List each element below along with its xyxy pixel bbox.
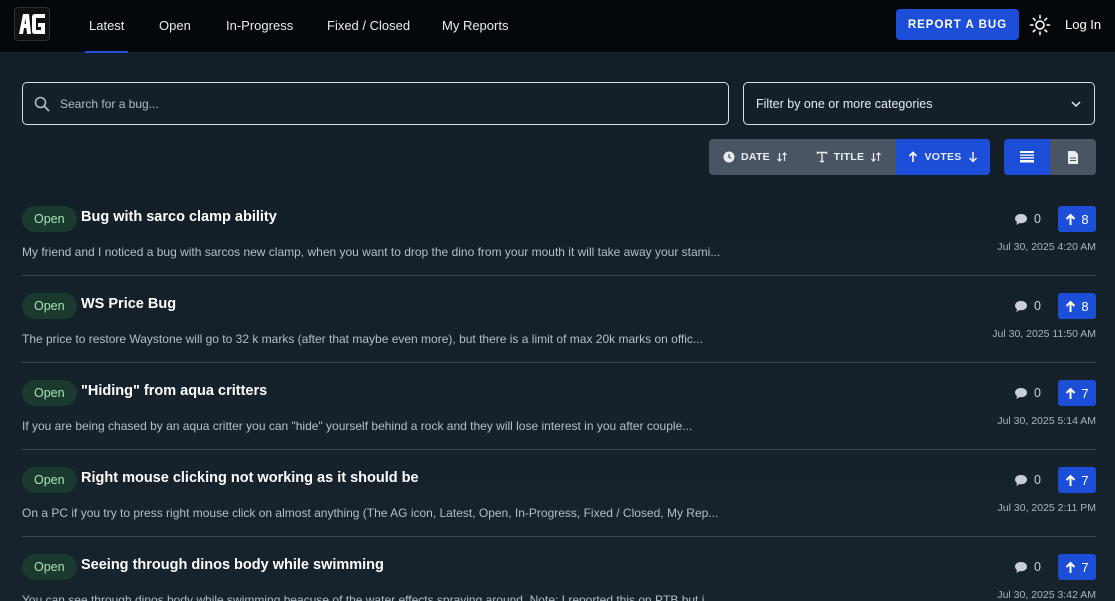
- report-bug-button[interactable]: REPORT A BUG: [896, 9, 1019, 40]
- bug-row[interactable]: Open Bug with sarco clamp ability My fri…: [22, 189, 1096, 276]
- bug-row[interactable]: Open Right mouse clicking not working as…: [22, 450, 1096, 537]
- comment-icon: [1015, 387, 1027, 399]
- bug-date: Jul 30, 2025 3:42 AM: [997, 589, 1096, 601]
- bug-title[interactable]: Right mouse clicking not working as it s…: [81, 470, 419, 486]
- comment-count-value: 0: [1034, 473, 1041, 487]
- bug-description: If you are being chased by an aqua critt…: [22, 419, 693, 433]
- sort-by-votes-button[interactable]: VOTES: [896, 139, 990, 175]
- arrow-down-icon: [968, 152, 977, 163]
- bug-title[interactable]: "Hiding" from aqua critters: [81, 383, 267, 399]
- sort-toolbar: DATE TITLE VOTES: [709, 139, 990, 175]
- arrow-up-icon: [909, 151, 918, 162]
- comment-count: 0: [1014, 212, 1041, 226]
- bug-date: Jul 30, 2025 2:11 PM: [997, 502, 1096, 514]
- chevron-down-icon: [1071, 100, 1081, 107]
- comment-count: 0: [1014, 386, 1041, 400]
- comment-icon: [1015, 561, 1027, 573]
- view-mode-toggle: [1004, 139, 1096, 175]
- search-icon: [34, 96, 50, 111]
- sort-date-label: DATE: [740, 151, 770, 163]
- nav-tab-open[interactable]: Open: [159, 0, 191, 53]
- comment-count-value: 0: [1034, 212, 1041, 226]
- login-link[interactable]: Log In: [1065, 17, 1101, 32]
- upvote-button[interactable]: 8: [1058, 293, 1096, 319]
- comment-count-value: 0: [1034, 386, 1041, 400]
- bug-date: Jul 30, 2025 11:50 AM: [992, 328, 1096, 340]
- bug-row[interactable]: Open WS Price Bug The price to restore W…: [22, 276, 1096, 363]
- bug-title[interactable]: WS Price Bug: [81, 296, 176, 312]
- comment-count: 0: [1014, 299, 1041, 313]
- category-filter-select[interactable]: Filter by one or more categories: [743, 82, 1095, 125]
- bug-date: Jul 30, 2025 4:20 AM: [997, 241, 1096, 253]
- sort-votes-label: VOTES: [924, 151, 962, 163]
- vote-count: 7: [1081, 385, 1089, 401]
- list-view-button[interactable]: [1004, 139, 1050, 175]
- sort-arrows-icon: [777, 152, 787, 162]
- comment-count-value: 0: [1034, 560, 1041, 574]
- arrow-up-icon: [1066, 213, 1076, 225]
- upvote-button[interactable]: 7: [1058, 380, 1096, 406]
- bug-description: My friend and I noticed a bug with sarco…: [22, 245, 721, 259]
- bug-title[interactable]: Bug with sarco clamp ability: [81, 209, 277, 225]
- nav-tab-latest[interactable]: Latest: [85, 0, 129, 53]
- upvote-button[interactable]: 7: [1058, 554, 1096, 580]
- status-badge: Open: [22, 380, 77, 406]
- sun-icon[interactable]: [1029, 14, 1051, 36]
- bug-row[interactable]: Open Seeing through dinos body while swi…: [22, 537, 1096, 601]
- bug-date: Jul 30, 2025 5:14 AM: [997, 415, 1096, 427]
- status-badge: Open: [22, 293, 77, 319]
- sort-arrows-icon: [871, 152, 882, 162]
- bug-row[interactable]: Open "Hiding" from aqua critters If you …: [22, 363, 1096, 450]
- status-badge: Open: [22, 206, 77, 232]
- clock-icon: [723, 151, 735, 163]
- search-box[interactable]: [22, 82, 729, 125]
- comment-count: 0: [1014, 560, 1041, 574]
- sort-by-date-button[interactable]: DATE: [709, 139, 802, 175]
- category-filter-label: Filter by one or more categories: [756, 96, 933, 111]
- comment-icon: [1015, 300, 1027, 312]
- arrow-up-icon: [1066, 561, 1076, 573]
- nav-tab-fixed-closed[interactable]: Fixed / Closed: [327, 0, 410, 53]
- vote-count: 8: [1081, 298, 1089, 314]
- bug-description: You can see through dinos body while swi…: [22, 593, 715, 601]
- arrow-up-icon: [1066, 387, 1076, 399]
- status-badge: Open: [22, 554, 77, 580]
- upvote-button[interactable]: 8: [1058, 206, 1096, 232]
- vote-count: 7: [1081, 559, 1089, 575]
- vote-count: 7: [1081, 472, 1089, 488]
- search-input[interactable]: [60, 96, 700, 111]
- bug-title[interactable]: Seeing through dinos body while swimming: [81, 557, 384, 573]
- comment-icon: [1015, 474, 1027, 486]
- status-badge: Open: [22, 467, 77, 493]
- nav-tab-my-reports[interactable]: My Reports: [442, 0, 508, 53]
- ag-logo-icon[interactable]: [14, 7, 50, 41]
- bug-description: On a PC if you try to press right mouse …: [22, 506, 719, 520]
- sort-title-label: TITLE: [833, 151, 865, 163]
- sort-by-title-button[interactable]: TITLE: [802, 139, 896, 175]
- comment-icon: [1015, 213, 1027, 225]
- comment-count-value: 0: [1034, 299, 1041, 313]
- comment-count: 0: [1014, 473, 1041, 487]
- bug-description: The price to restore Waystone will go to…: [22, 332, 703, 346]
- text-t-icon: [816, 151, 827, 163]
- nav-tab-in-progress[interactable]: In-Progress: [226, 0, 293, 53]
- document-icon: [1068, 150, 1078, 164]
- list-view-icon: [1020, 151, 1034, 163]
- upvote-button[interactable]: 7: [1058, 467, 1096, 493]
- top-navigation-bar: Latest Open In-Progress Fixed / Closed M…: [0, 0, 1115, 53]
- arrow-up-icon: [1066, 474, 1076, 486]
- arrow-up-icon: [1066, 300, 1076, 312]
- detail-view-button[interactable]: [1050, 139, 1096, 175]
- vote-count: 8: [1081, 211, 1089, 227]
